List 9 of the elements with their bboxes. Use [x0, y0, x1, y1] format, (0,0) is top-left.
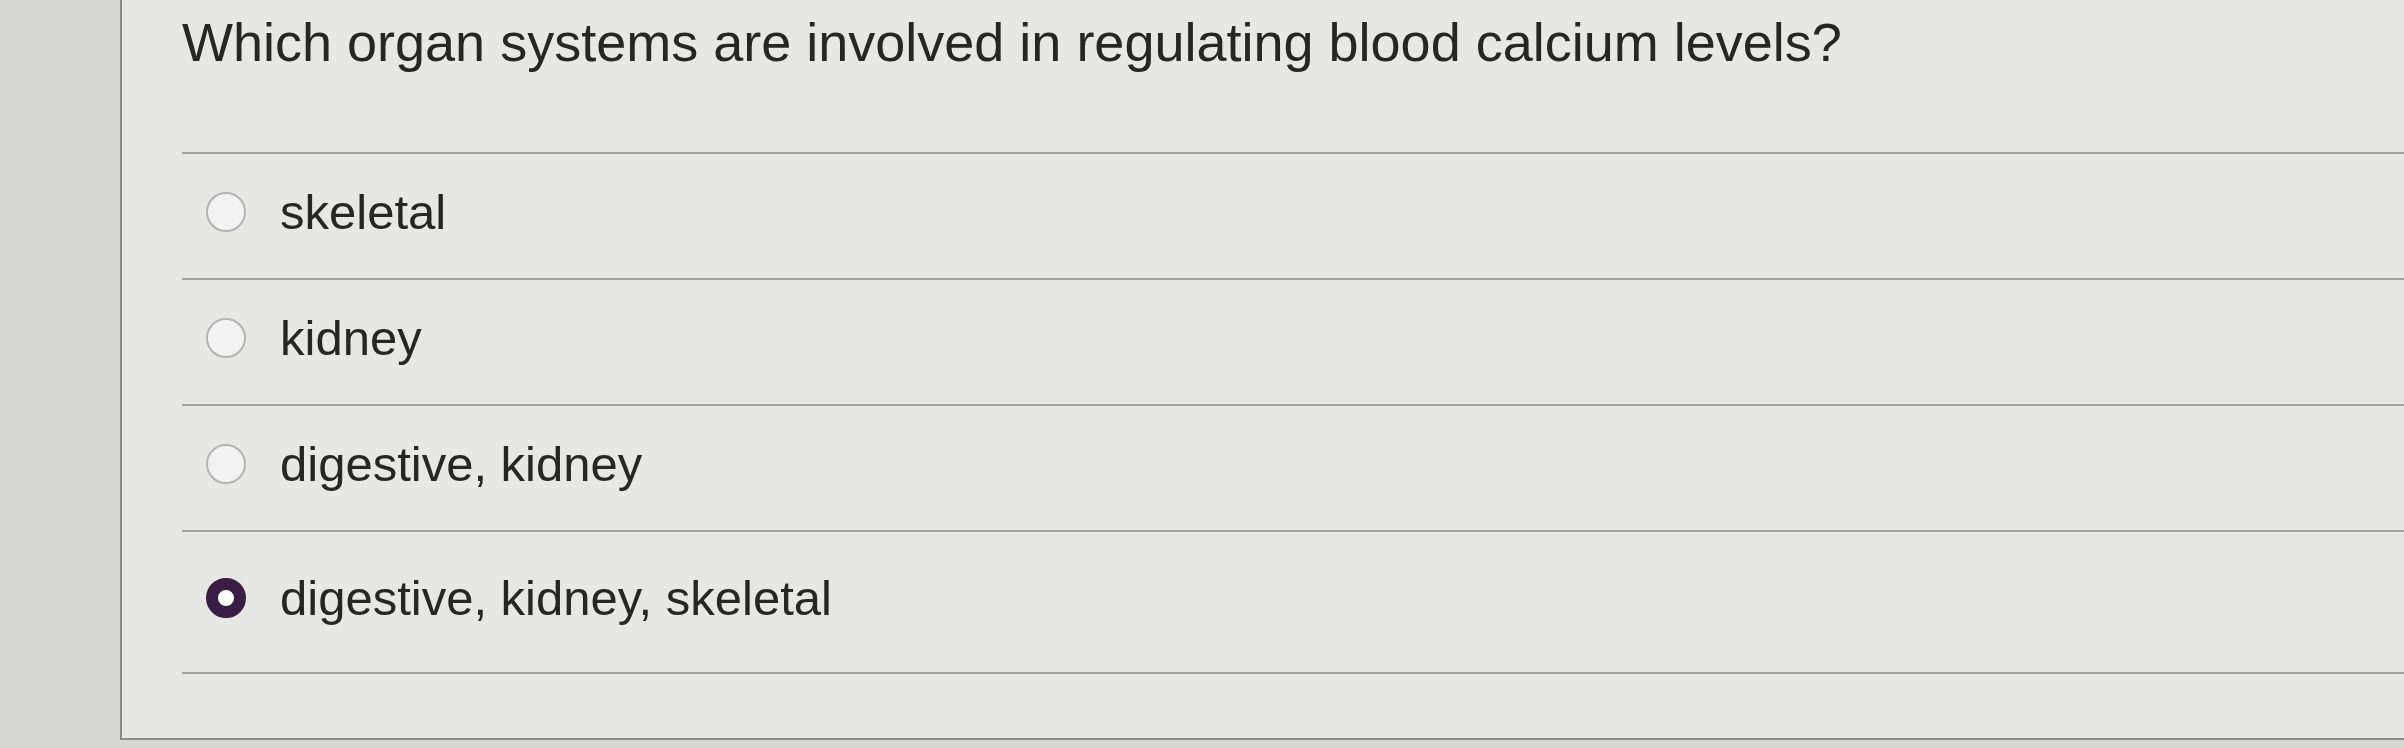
- radio-button[interactable]: [206, 578, 246, 618]
- radio-button[interactable]: [206, 192, 246, 232]
- question-text: Which organ systems are involved in regulating blood calcium levels?: [182, 11, 1842, 74]
- radio-button[interactable]: [206, 444, 246, 484]
- option-label: kidney: [280, 310, 422, 367]
- radio-button[interactable]: [206, 318, 246, 358]
- option-label: digestive, kidney: [280, 436, 643, 493]
- option-label: digestive, kidney, skeletal: [280, 570, 832, 627]
- option-label: skeletal: [280, 184, 447, 241]
